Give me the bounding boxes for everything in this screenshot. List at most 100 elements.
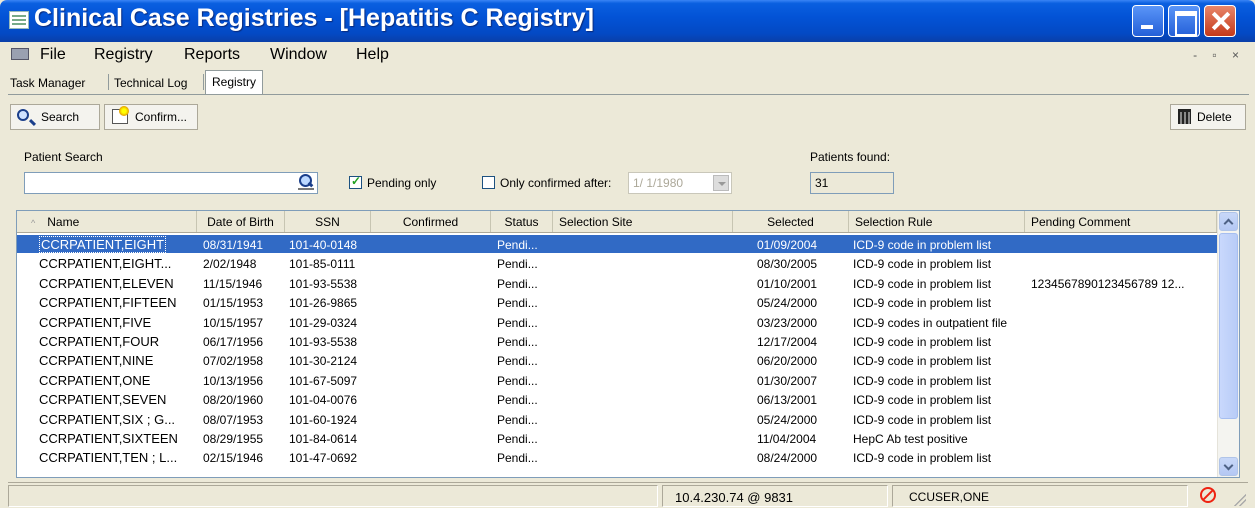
disconnected-icon[interactable] bbox=[1200, 487, 1216, 503]
table-row[interactable]: CCRPATIENT,EIGHT... 2/02/1948 101-85-0111 P… bbox=[17, 254, 1217, 272]
mdi-document-icon[interactable] bbox=[11, 48, 29, 60]
cell-status: Pendi... bbox=[497, 274, 551, 292]
cell-selection-rule: ICD-9 code in problem list bbox=[853, 332, 1023, 350]
cell-dob: 01/15/1953 bbox=[203, 293, 283, 311]
cell-dob: 11/15/1946 bbox=[203, 274, 283, 292]
table-row[interactable]: CCRPATIENT,TEN ; L... 02/15/1946 101-47-06… bbox=[17, 448, 1217, 466]
tab-technical-log[interactable]: Technical Log bbox=[114, 72, 187, 94]
table-row[interactable]: CCRPATIENT,FIFTEEN 01/15/1953 101-26-9865 P… bbox=[17, 293, 1217, 311]
only-confirmed-after-label[interactable]: Only confirmed after: bbox=[500, 176, 611, 190]
cell-ssn: 101-30-2124 bbox=[289, 351, 369, 369]
confirm-button[interactable]: Confirm... bbox=[104, 104, 198, 130]
scroll-up-icon[interactable] bbox=[1219, 212, 1238, 231]
cell-pending-comment bbox=[1031, 293, 1217, 311]
cell-text: 08/24/2000 bbox=[757, 451, 818, 466]
only-confirmed-after-checkbox[interactable] bbox=[482, 176, 495, 189]
cell-name: CCRPATIENT,EIGHT... bbox=[39, 254, 195, 272]
cell-text: ICD-9 code in problem list bbox=[853, 296, 992, 311]
menu-help[interactable]: Help bbox=[356, 46, 389, 64]
cell-text: Pendi... bbox=[497, 257, 538, 272]
cell-status: Pendi... bbox=[497, 351, 551, 369]
resize-grip-icon[interactable] bbox=[1234, 494, 1246, 506]
cell-selection-site bbox=[559, 371, 731, 389]
confirmed-after-date[interactable]: 1/ 1/1980 bbox=[628, 172, 732, 194]
delete-button[interactable]: Delete bbox=[1170, 104, 1246, 130]
cell-name: CCRPATIENT,SIXTEEN bbox=[39, 429, 195, 447]
patient-search-input[interactable] bbox=[24, 172, 318, 194]
cell-text: Pendi... bbox=[497, 276, 538, 291]
cell-selected: 06/13/2001 bbox=[757, 390, 847, 408]
cell-confirmed bbox=[371, 448, 489, 466]
cell-name: CCRPATIENT,EIGHT bbox=[39, 235, 195, 253]
menu-file[interactable]: File bbox=[40, 46, 66, 64]
table-row[interactable]: CCRPATIENT,FIVE 10/15/1957 101-29-0324 Pend… bbox=[17, 313, 1217, 331]
column-header-name[interactable]: ^ Name bbox=[17, 211, 197, 232]
menu-registry[interactable]: Registry bbox=[94, 46, 153, 64]
patients-found-label: Patients found: bbox=[810, 150, 891, 164]
cell-selection-rule: ICD-9 code in problem list bbox=[853, 371, 1023, 389]
cell-text: 101-47-0692 bbox=[289, 451, 358, 466]
table-row[interactable]: CCRPATIENT,NINE 07/02/1958 101-30-2124 Pend… bbox=[17, 351, 1217, 369]
cell-text: Pendi... bbox=[497, 315, 538, 330]
column-header-selection-site[interactable]: Selection Site bbox=[553, 211, 733, 232]
column-label: Name bbox=[47, 215, 80, 229]
maximize-button[interactable] bbox=[1168, 5, 1200, 37]
cell-text: 01/09/2004 bbox=[757, 238, 818, 252]
table-row[interactable]: CCRPATIENT,ELEVEN 11/15/1946 101-93-5538 Pe… bbox=[17, 274, 1217, 292]
column-header-status[interactable]: Status bbox=[491, 211, 553, 232]
magnifier-icon[interactable] bbox=[298, 174, 314, 190]
cell-text: ICD-9 code in problem list bbox=[853, 335, 992, 349]
column-header-ssn[interactable]: SSN bbox=[285, 211, 371, 232]
pending-only-label[interactable]: Pending only bbox=[367, 176, 436, 190]
cell-selection-rule: ICD-9 code in problem list bbox=[853, 293, 1023, 311]
mdi-child-controls[interactable]: - ▫ × bbox=[1193, 48, 1245, 62]
cell-text: 101-29-0324 bbox=[289, 315, 358, 330]
tab-task-manager[interactable]: Task Manager bbox=[10, 72, 85, 94]
search-button[interactable]: Search bbox=[10, 104, 100, 130]
close-button[interactable] bbox=[1204, 5, 1236, 37]
cell-name: CCRPATIENT,NINE bbox=[39, 351, 195, 369]
menu-reports[interactable]: Reports bbox=[184, 46, 240, 64]
cell-text: 05/24/2000 bbox=[757, 296, 818, 311]
cell-name: CCRPATIENT,FOUR bbox=[39, 332, 195, 350]
column-header-confirmed[interactable]: Confirmed bbox=[371, 211, 491, 232]
current-user: CCUSER,ONE bbox=[892, 485, 1188, 507]
scroll-thumb[interactable] bbox=[1219, 233, 1238, 419]
cell-selection-site bbox=[559, 448, 731, 466]
column-header-pending-comment[interactable]: Pending Comment bbox=[1025, 211, 1217, 232]
table-row[interactable]: CCRPATIENT,ONE 10/13/1956 101-67-5097 Pendi… bbox=[17, 371, 1217, 389]
cell-selected: 11/04/2004 bbox=[757, 429, 847, 447]
cell-selection-rule: ICD-9 code in problem list bbox=[853, 274, 1023, 292]
table-row[interactable]: CCRPATIENT,SIXTEEN 08/29/1955 101-84-0614 P… bbox=[17, 429, 1217, 447]
cell-pending-comment bbox=[1031, 235, 1217, 253]
chevron-down-icon[interactable] bbox=[713, 175, 729, 191]
cell-selected: 03/23/2000 bbox=[757, 313, 847, 331]
cell-text: 101-84-0614 bbox=[289, 432, 358, 446]
cell-selection-rule: HepC Ab test positive bbox=[853, 429, 1023, 447]
cell-text: Pendi... bbox=[497, 354, 538, 369]
pending-only-checkbox[interactable] bbox=[349, 174, 362, 189]
column-header-dob[interactable]: Date of Birth bbox=[197, 211, 285, 232]
cell-selected: 01/30/2007 bbox=[757, 371, 847, 389]
table-row[interactable]: CCRPATIENT,FOUR 06/17/1956 101-93-5538 Pend… bbox=[17, 332, 1217, 350]
cell-dob: 06/17/1956 bbox=[203, 332, 283, 350]
scroll-down-icon[interactable] bbox=[1219, 457, 1238, 476]
table-row[interactable]: CCRPATIENT,EIGHT 08/31/1941 101-40-0148 Pen… bbox=[17, 235, 1217, 253]
cell-selection-site bbox=[559, 313, 731, 331]
cell-text: ICD-9 code in problem list bbox=[853, 393, 992, 408]
cell-ssn: 101-60-1924 bbox=[289, 410, 369, 428]
minimize-button[interactable] bbox=[1132, 5, 1164, 37]
table-row[interactable]: CCRPATIENT,SIX ; G... 08/07/1953 101-60-19… bbox=[17, 410, 1217, 428]
vertical-scrollbar[interactable] bbox=[1217, 211, 1239, 477]
menu-window[interactable]: Window bbox=[270, 46, 327, 64]
tab-registry[interactable]: Registry bbox=[205, 70, 264, 94]
cell-confirmed bbox=[371, 371, 489, 389]
tab-pane-border bbox=[8, 94, 1249, 95]
cell-selected: 12/17/2004 bbox=[757, 332, 847, 350]
cell-text: 101-26-9865 bbox=[289, 296, 358, 311]
table-row[interactable]: CCRPATIENT,SEVEN 08/20/1960 101-04-0076 Pen… bbox=[17, 390, 1217, 408]
cell-confirmed bbox=[371, 313, 489, 331]
column-header-selected[interactable]: Selected bbox=[733, 211, 849, 232]
cell-text: ICD-9 code in problem list bbox=[853, 238, 992, 252]
column-header-selection-rule[interactable]: Selection Rule bbox=[849, 211, 1025, 232]
